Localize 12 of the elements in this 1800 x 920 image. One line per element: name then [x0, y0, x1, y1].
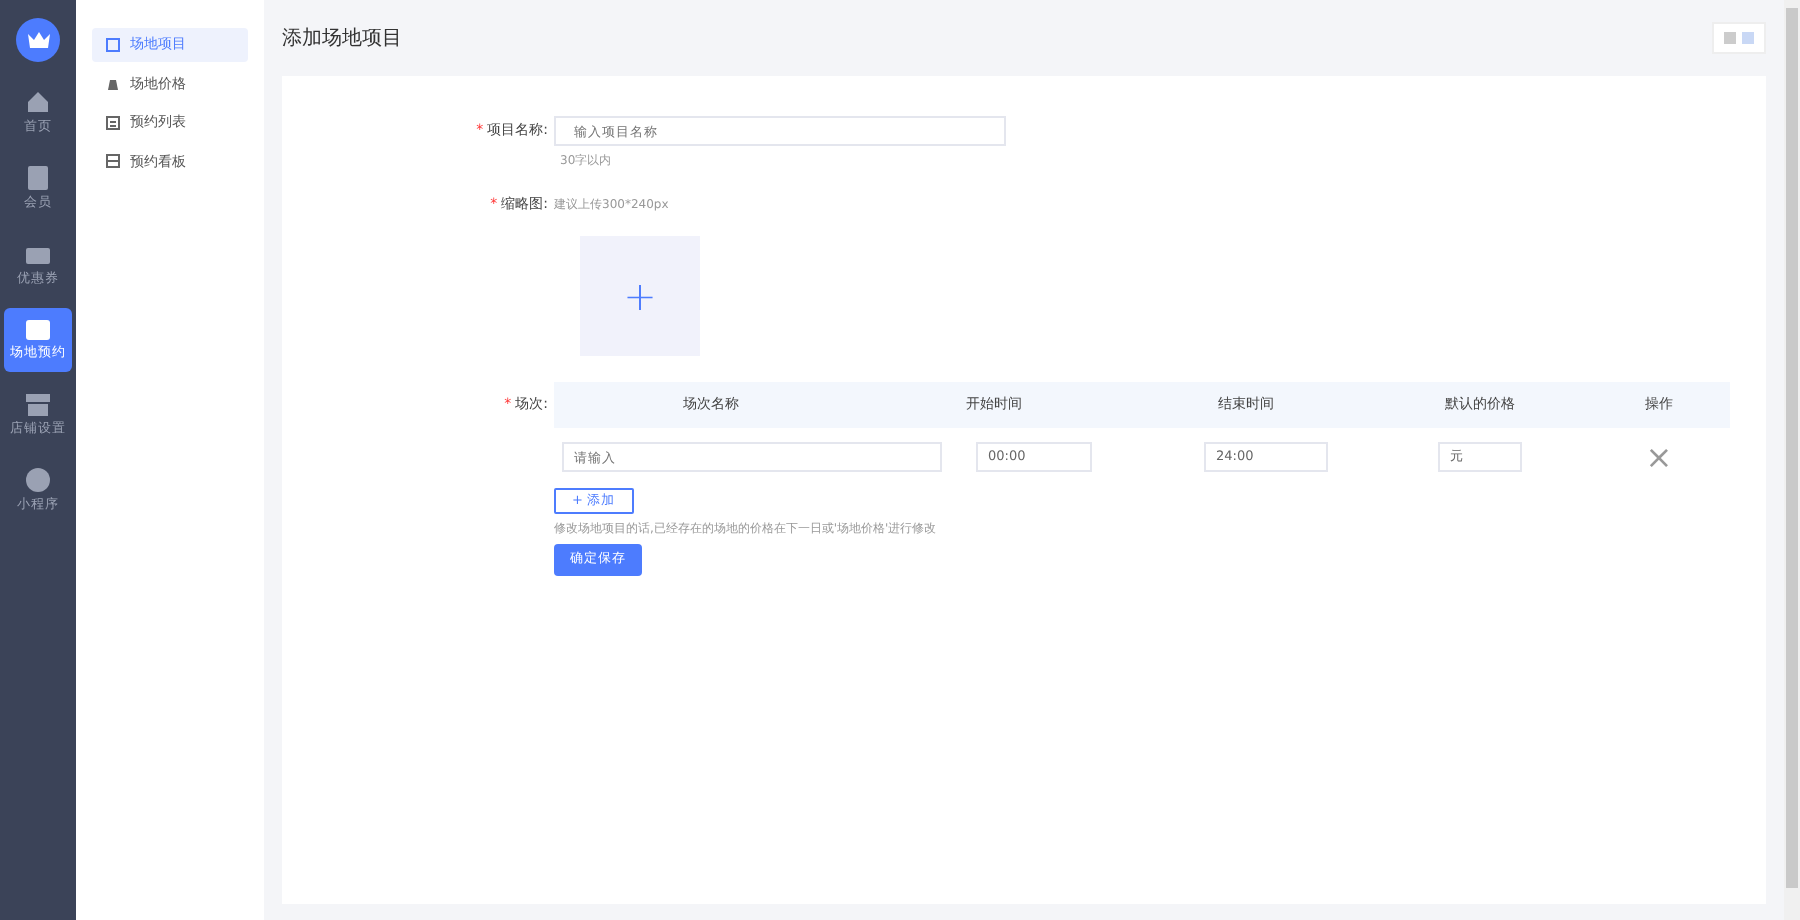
square-icon [106, 37, 120, 52]
list-icon [106, 115, 120, 130]
bag-icon [106, 76, 120, 91]
view-toggle-button[interactable] [1712, 22, 1766, 54]
scrollbar-thumb[interactable] [1786, 8, 1798, 888]
crown-logo-icon [16, 18, 60, 62]
circle-icon [26, 467, 50, 492]
delete-button[interactable]: × [1645, 437, 1673, 475]
page-title: 添加场地项目 [282, 25, 402, 53]
board-icon [106, 154, 120, 169]
house-icon [26, 90, 50, 114]
image-upload-area[interactable]: + [580, 235, 700, 355]
